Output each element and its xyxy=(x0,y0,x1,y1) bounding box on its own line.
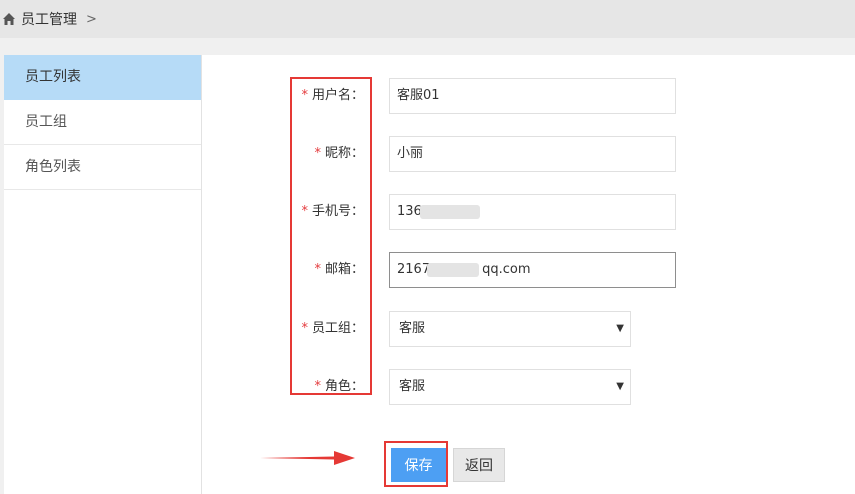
redaction-blur xyxy=(420,205,480,219)
sidebar-item-staff-list[interactable]: 员工列表 xyxy=(4,55,201,100)
sidebar: 员工列表 员工组 角色列表 xyxy=(4,55,202,494)
role-select[interactable]: 客服 ▼ xyxy=(389,369,631,405)
phone-field[interactable]: 136 xyxy=(389,194,676,230)
role-select-value: 客服 xyxy=(399,379,426,394)
nickname-field[interactable] xyxy=(389,136,676,172)
dropdown-caret-icon: ▼ xyxy=(616,323,624,334)
sidebar-item-role-list[interactable]: 角色列表 xyxy=(4,145,201,190)
save-button[interactable]: 保存 xyxy=(391,448,446,482)
back-button[interactable]: 返回 xyxy=(453,448,505,482)
home-icon[interactable] xyxy=(2,12,16,26)
labels-highlight-box xyxy=(290,77,372,395)
group-select-value: 客服 xyxy=(399,321,426,336)
username-field[interactable] xyxy=(389,78,676,114)
breadcrumb-title[interactable]: 员工管理 xyxy=(21,9,77,29)
breadcrumb: 员工管理 > xyxy=(0,9,97,29)
dropdown-caret-icon: ▼ xyxy=(616,381,624,392)
sidebar-item-staff-group[interactable]: 员工组 xyxy=(4,100,201,145)
email-suffix: qq.com xyxy=(482,262,531,277)
group-select[interactable]: 客服 ▼ xyxy=(389,311,631,347)
chevron-right-icon: > xyxy=(86,11,97,27)
email-field[interactable]: 2167 qq.com xyxy=(389,252,676,288)
arrow-right-icon xyxy=(260,451,355,465)
top-bar: 员工管理 > xyxy=(0,0,855,38)
redaction-blur xyxy=(427,263,479,277)
phone-value: 136 xyxy=(397,204,422,219)
email-prefix: 2167 xyxy=(397,262,431,277)
